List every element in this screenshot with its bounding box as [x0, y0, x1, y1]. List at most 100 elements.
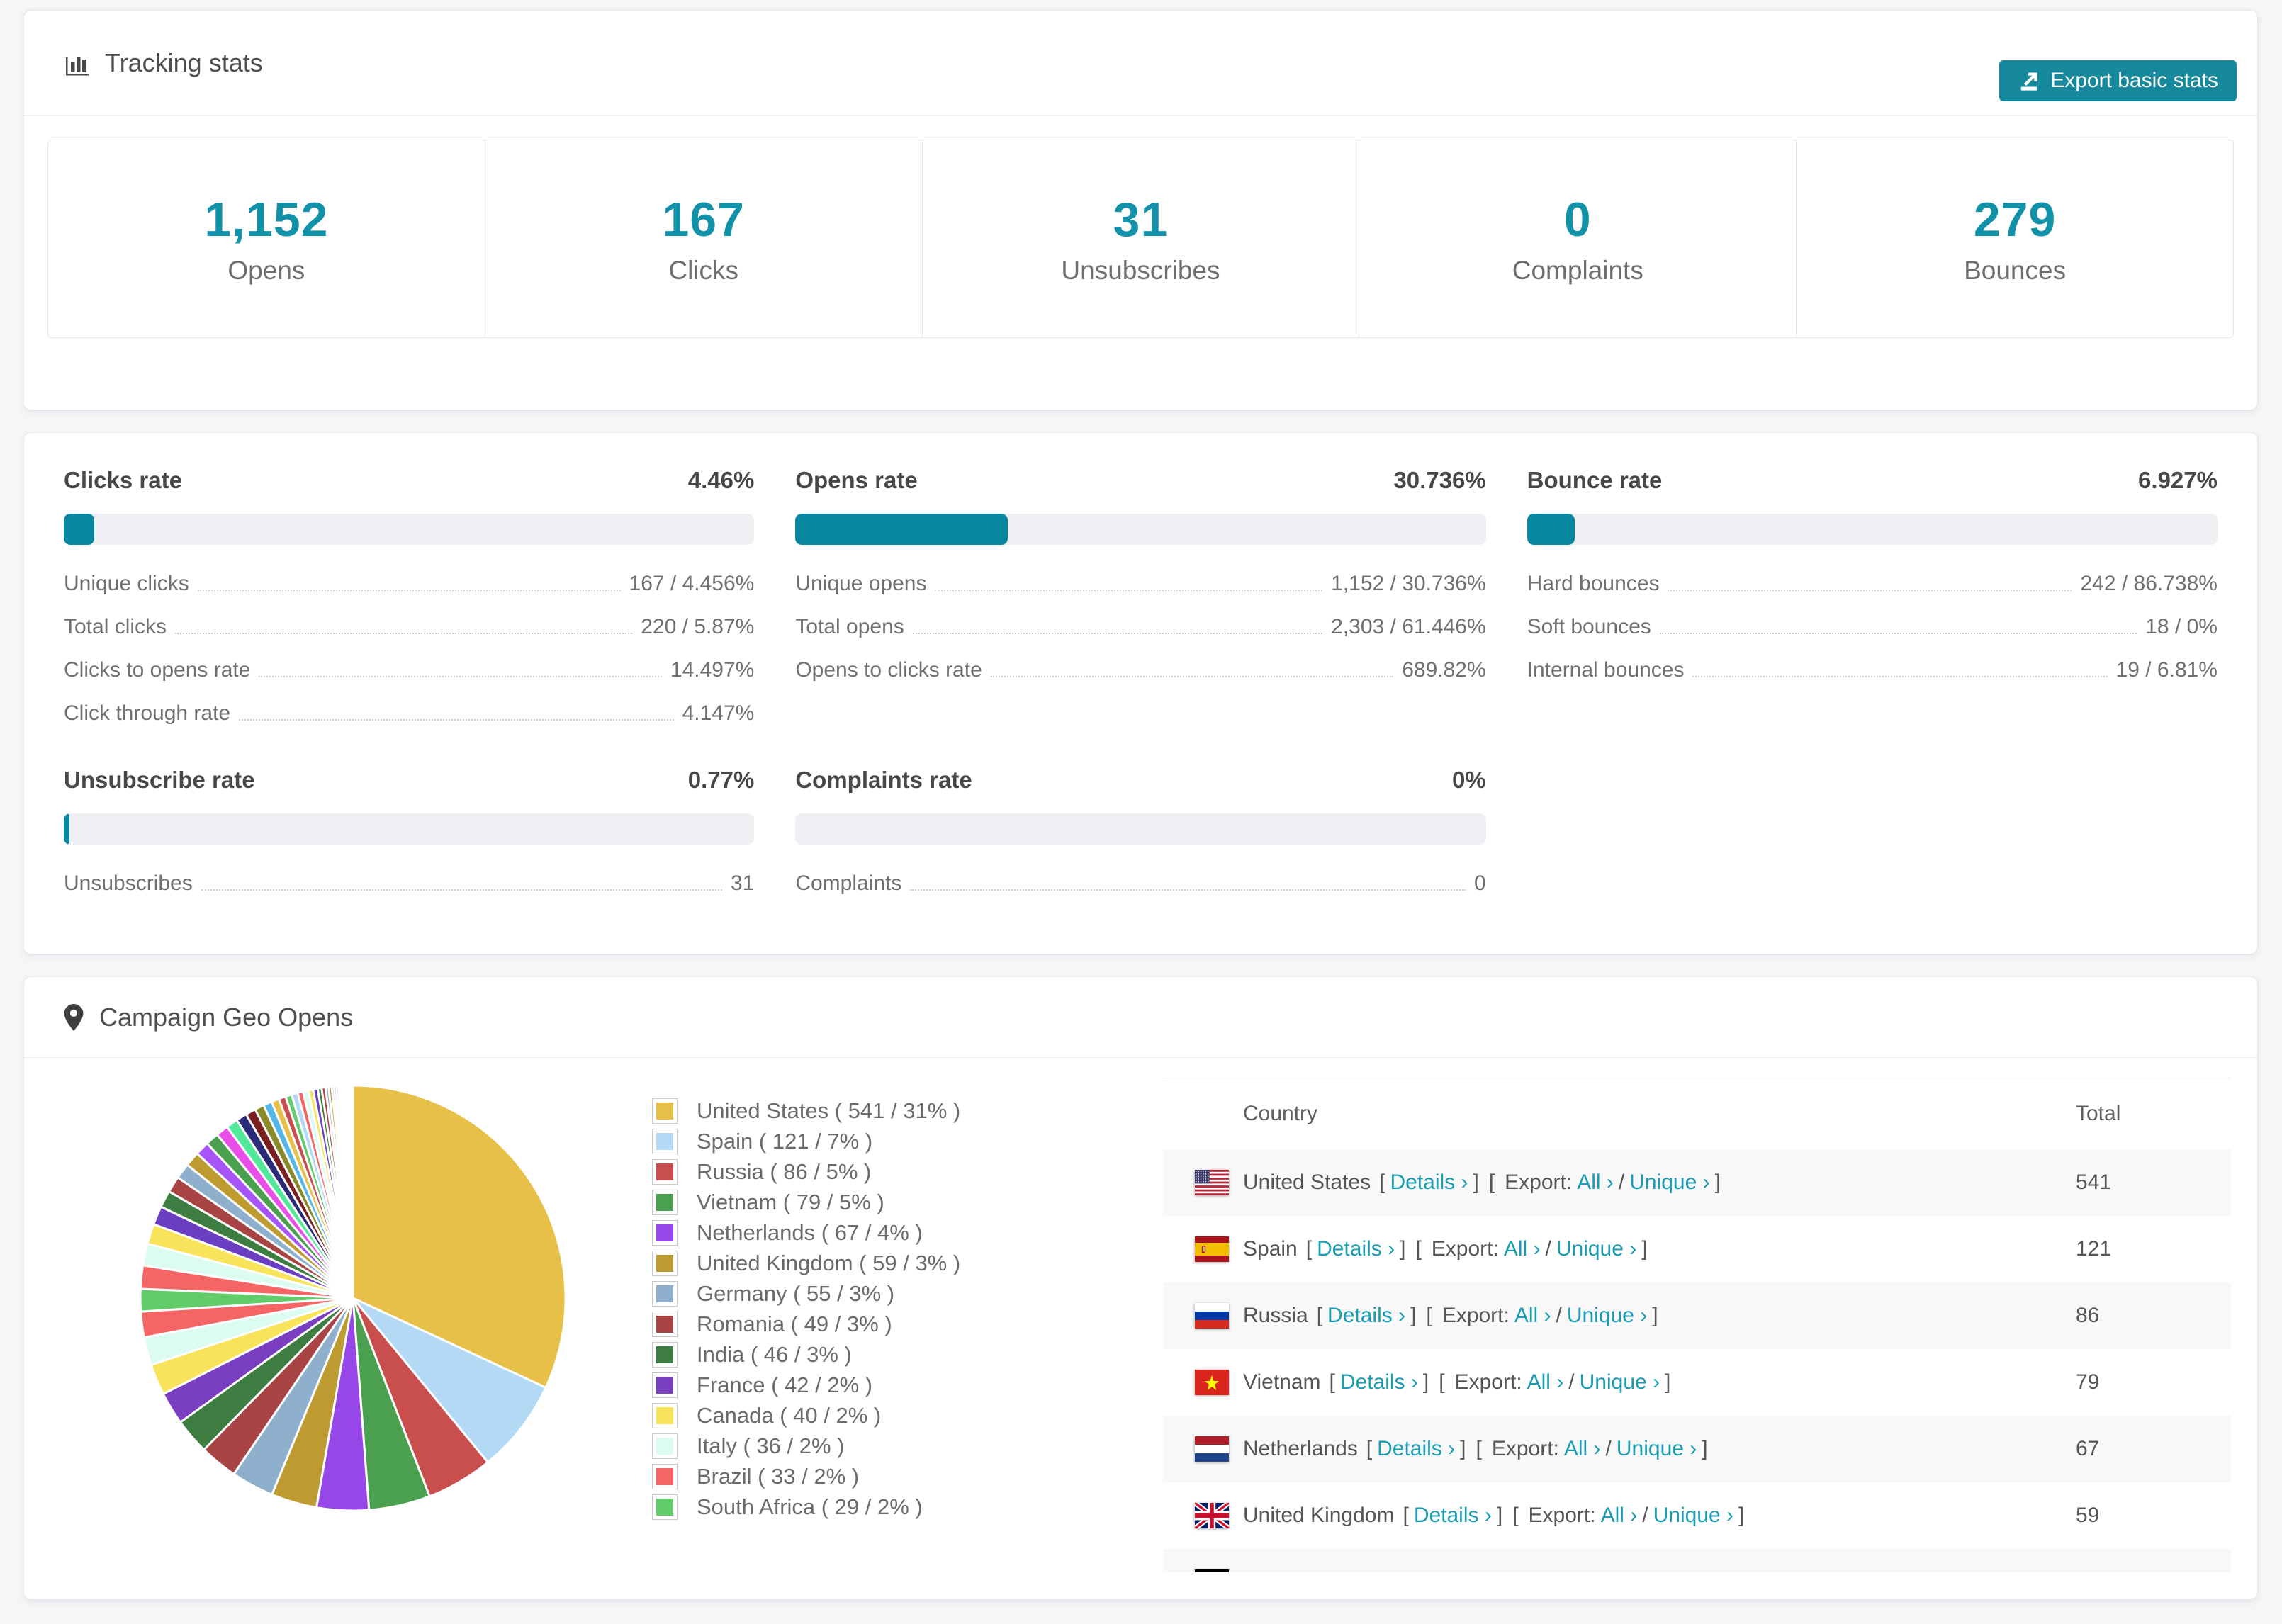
geo-opens-pie-chart[interactable]	[133, 1078, 573, 1518]
geo-body: United States ( 541 / 31% ) Spain ( 121 /…	[24, 1058, 2257, 1599]
total-value: 121	[2076, 1237, 2112, 1261]
country-cell: Vietnam[Details ›][Export: All › / Unique ›…	[1229, 1370, 2076, 1394]
rates-card: Clicks rate 4.46% Unique clicks 167 / 4.456…	[23, 432, 2258, 954]
export-unique-link[interactable]: Unique ›	[1556, 1237, 1636, 1261]
bracket-close: ]	[1652, 1304, 1658, 1327]
bar-chart-icon	[64, 50, 89, 76]
legend-item-south-africa: South Africa ( 29 / 2% )	[652, 1494, 960, 1520]
export-all-link[interactable]: All ›	[1527, 1370, 1564, 1394]
tracking-stats-header: Tracking stats	[24, 11, 2257, 116]
details-link[interactable]: Details ›	[1317, 1237, 1395, 1261]
rate-value: 0%	[1451, 767, 1486, 793]
rate-row-leader	[990, 676, 1394, 677]
export-all-link[interactable]: All ›	[1564, 1437, 1601, 1461]
rate-head: Clicks rate 4.46%	[64, 467, 754, 494]
details-link[interactable]: Details ›	[1414, 1504, 1492, 1528]
rate-rows: Unique clicks 167 / 4.456% Total clicks 220…	[64, 572, 754, 726]
legend-label: France ( 42 / 2% )	[697, 1372, 873, 1397]
stat-value: 167	[662, 193, 745, 247]
details-link[interactable]: Details ›	[1340, 1370, 1418, 1394]
rate-block-unsubscribe-rate: Unsubscribe rate 0.77% Unsubscribes 31	[64, 767, 755, 896]
pie-slice-other[interactable]	[351, 1084, 354, 1299]
rate-row-total-opens: Total opens 2,303 / 61.446%	[795, 615, 1485, 639]
export-unique-link[interactable]: Unique ›	[1590, 1570, 1670, 1572]
export-all-link[interactable]: All ›	[1577, 1171, 1614, 1195]
legend-label: Brazil ( 33 / 2% )	[697, 1464, 860, 1489]
bracket-open: [	[1512, 1504, 1519, 1527]
rate-row-clicks-to-opens-rate: Clicks to opens rate 14.497%	[64, 658, 754, 682]
details-link[interactable]: Details ›	[1390, 1171, 1468, 1195]
export-all-link[interactable]: All ›	[1504, 1237, 1541, 1261]
bracket-close: ]	[1641, 1237, 1648, 1261]
flag-nl-icon	[1195, 1436, 1229, 1462]
rate-head: Complaints rate 0%	[795, 767, 1485, 794]
rate-row-label: Clicks to opens rate	[64, 658, 251, 682]
bracket-open: [	[1339, 1570, 1344, 1572]
stat-value: 0	[1563, 193, 1592, 247]
slash-separator: /	[1556, 1304, 1562, 1327]
slash-separator: /	[1642, 1504, 1648, 1527]
export-unique-link[interactable]: Unique ›	[1653, 1504, 1733, 1528]
export-basic-stats-button[interactable]: Export basic stats	[1999, 60, 2237, 101]
country-cell: Netherlands[Details ›][Export: All › / Uniq…	[1229, 1437, 2076, 1461]
country-cell: Germany [Details ›] [Export: All › / Unique ›…	[1229, 1570, 2076, 1572]
legend-label: United States ( 541 / 31% )	[697, 1098, 961, 1123]
legend-swatch-icon	[652, 1220, 678, 1246]
tracking-stats-row: 1,152 Opens 167 Clicks 31 Unsubscribes 0 Compla…	[47, 140, 2234, 338]
export-unique-link[interactable]: Unique ›	[1580, 1370, 1660, 1394]
country-name: Russia	[1243, 1304, 1308, 1327]
rate-row-value: 242 / 86.738%	[2080, 572, 2218, 595]
bracket-close: ]	[1738, 1504, 1745, 1527]
bracket-open: [	[1329, 1370, 1335, 1394]
rate-head: Opens rate 30.736%	[795, 467, 1485, 494]
legend-item-romania: Romania ( 49 / 3% )	[652, 1312, 960, 1337]
rate-row-leader	[259, 676, 662, 677]
bracket-open: [	[1366, 1437, 1373, 1460]
legend-swatch-icon	[652, 1433, 678, 1459]
rate-block-bounce-rate: Bounce rate 6.927% Hard bounces 242 / 86.73…	[1527, 467, 2218, 726]
tracking-stats-card: Tracking stats Export basic stats 1,152 O…	[23, 10, 2258, 410]
country-cell: United Kingdom[Details ›][Export: All › / U…	[1229, 1504, 2076, 1528]
rate-row-value: 19 / 6.81%	[2115, 658, 2218, 682]
details-link[interactable]: Details ›	[1377, 1437, 1455, 1461]
legend-label: South Africa ( 29 / 2% )	[697, 1494, 923, 1519]
rate-row-leader	[912, 633, 1323, 634]
export-all-link[interactable]: All ›	[1601, 1504, 1638, 1528]
rate-rows: Complaints 0	[795, 872, 1485, 896]
rate-row-value: 4.147%	[682, 701, 755, 725]
legend-label: Russia ( 86 / 5% )	[697, 1159, 872, 1184]
campaign-geo-opens-card: Campaign Geo Opens United States ( 541 /…	[23, 976, 2258, 1600]
rate-row-value: 0	[1473, 872, 1486, 895]
export-all-link[interactable]: All ›	[1536, 1570, 1573, 1572]
legend-label: Germany ( 55 / 3% )	[697, 1281, 895, 1306]
rate-row-value: 689.82%	[1402, 658, 1486, 682]
geo-opens-table: Country Total United States[Details ›][E…	[1163, 1078, 2231, 1572]
flag-vn-icon	[1195, 1370, 1229, 1395]
table-row-united-states: United States[Details ›][Export: All › / Un…	[1163, 1149, 2231, 1216]
table-row-netherlands: Netherlands[Details ›][Export: All › / Uniq…	[1163, 1416, 2231, 1482]
export-unique-link[interactable]: Unique ›	[1617, 1437, 1697, 1461]
export-unique-link[interactable]: Unique ›	[1567, 1304, 1647, 1328]
bracket-close: ]	[1702, 1437, 1708, 1460]
legend-swatch-icon	[652, 1281, 678, 1307]
rate-title: Complaints rate	[795, 767, 972, 793]
export-unique-link[interactable]: Unique ›	[1629, 1171, 1709, 1195]
rate-progress-fill	[795, 514, 1008, 545]
stat-card-complaints: 0 Complaints	[1359, 140, 1797, 337]
legend-swatch-icon	[652, 1098, 678, 1124]
export-label: Export:	[1505, 1171, 1573, 1194]
rate-row-label: Hard bounces	[1527, 572, 1660, 595]
details-link[interactable]: Details ›	[1327, 1304, 1405, 1328]
details-link[interactable]: Details ›	[1350, 1570, 1428, 1572]
slash-separator: /	[1605, 1437, 1612, 1460]
rate-title: Opens rate	[795, 467, 918, 493]
slash-separator: /	[1578, 1570, 1584, 1572]
rate-row-label: Internal bounces	[1527, 658, 1685, 682]
table-row-russia: Russia[Details ›][Export: All › / Unique ›]…	[1163, 1282, 2231, 1349]
legend-swatch-icon	[652, 1129, 678, 1154]
export-all-link[interactable]: All ›	[1514, 1304, 1551, 1328]
export-label: Export:	[1454, 1370, 1522, 1394]
legend-item-france: France ( 42 / 2% )	[652, 1372, 960, 1398]
rate-block-opens-rate: Opens rate 30.736% Unique opens 1,152 / 30.…	[795, 467, 1486, 726]
country-name: United States	[1243, 1171, 1371, 1194]
